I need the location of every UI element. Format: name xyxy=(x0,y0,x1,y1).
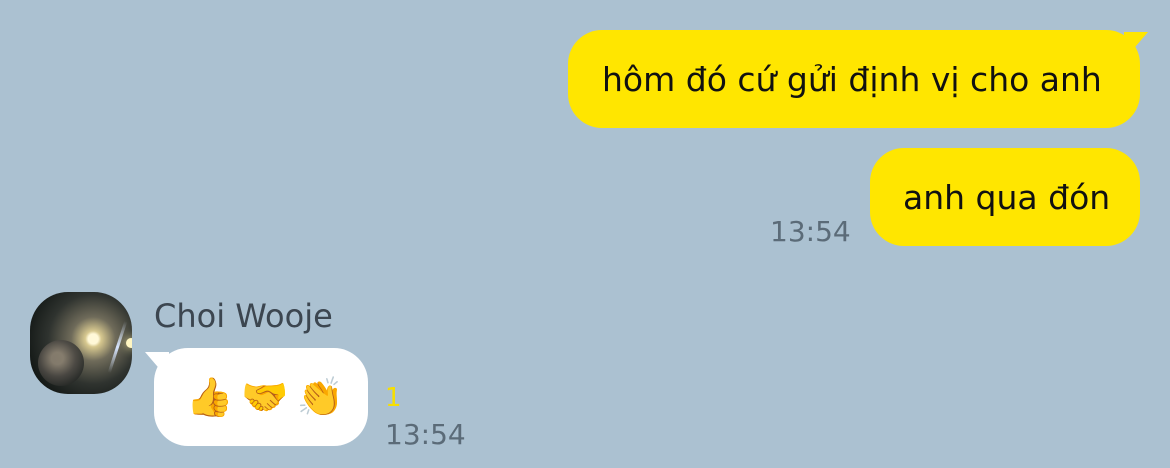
received-message-time: 13:54 xyxy=(385,418,466,451)
thumbs-up-icon: 👍 xyxy=(186,375,234,419)
unread-count: 1 xyxy=(385,383,402,413)
sent-bubble-tail-icon xyxy=(1124,32,1148,54)
handshake-icon: 🤝 xyxy=(241,375,289,419)
avatar-photo-shape xyxy=(38,340,84,386)
emoji-reaction-row: 👍 🤝 👏 xyxy=(186,378,344,416)
avatar-light-flare-shape xyxy=(107,320,128,374)
sent-message-bubble[interactable]: hôm đó cứ gửi định vị cho anh xyxy=(568,30,1140,128)
received-message-bubble[interactable]: 👍 🤝 👏 xyxy=(154,348,368,446)
sent-message-bubble[interactable]: anh qua đón xyxy=(870,148,1140,246)
avatar-light-spark-shape xyxy=(126,338,132,348)
sent-message-text: anh qua đón xyxy=(903,177,1111,217)
sender-name[interactable]: Choi Wooje xyxy=(154,300,333,332)
sender-avatar[interactable] xyxy=(30,292,132,394)
sent-message-time: 13:54 xyxy=(770,215,851,248)
clapping-hands-icon: 👏 xyxy=(296,375,344,419)
sent-message-text: hôm đó cứ gửi định vị cho anh xyxy=(602,59,1102,99)
